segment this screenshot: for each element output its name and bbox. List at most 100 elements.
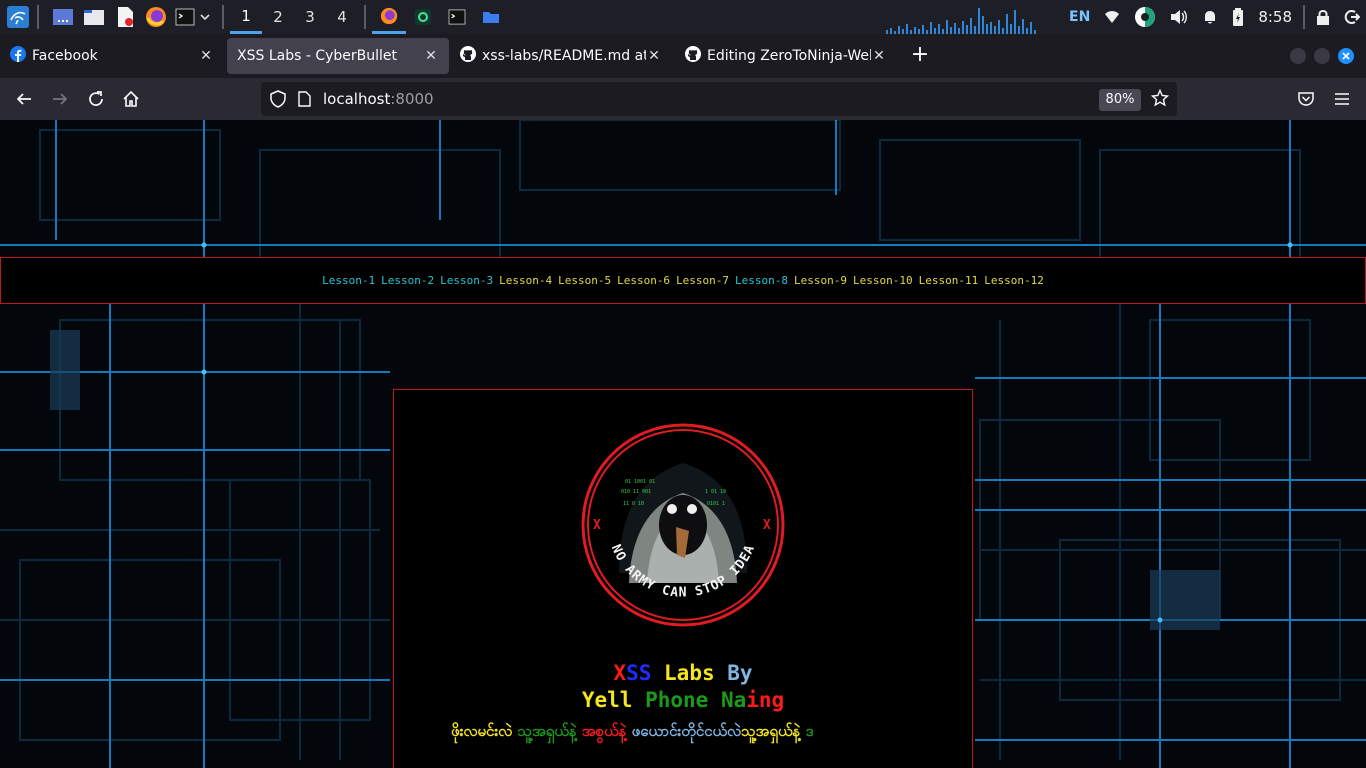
svg-text:010 11 001: 010 11 001	[621, 489, 651, 495]
lesson-11-link[interactable]: Lesson-11	[919, 274, 979, 287]
svg-text:0101 1: 0101 1	[707, 501, 725, 507]
minimize-button[interactable]	[1290, 48, 1306, 64]
navigation-toolbar: localhost:8000 80%	[0, 78, 1366, 120]
tab-title: XSS Labs - CyberBullet	[237, 48, 398, 64]
text-editor-icon[interactable]	[112, 4, 138, 30]
cpu-graph	[886, 8, 1036, 34]
lesson-9-link[interactable]: Lesson-9	[794, 274, 847, 287]
lesson-12-link[interactable]: Lesson-12	[984, 274, 1044, 287]
forward-button[interactable]	[48, 87, 72, 111]
lesson-8-link[interactable]: Lesson-8	[735, 274, 788, 287]
tab-editing-zerotoninja[interactable]: Editing ZeroToNinja-Web ✕	[675, 38, 897, 74]
lesson-3-link[interactable]: Lesson-3	[440, 274, 493, 287]
tab-title: Editing ZeroToNinja-Web	[707, 48, 871, 64]
myanmar-tagline: ဖိုးလမင်းလဲ သူ့အရှယ်နဲ့ အစွယ်နဲ့ ဖယောင်း…	[451, 722, 813, 744]
lesson-10-link[interactable]: Lesson-10	[853, 274, 913, 287]
tab-title: xss-labs/README.md at m	[482, 48, 646, 64]
taskbar-separator	[222, 5, 224, 29]
wifi-icon[interactable]	[1104, 0, 1120, 34]
intro-card: 01 1001 01 010 11 001 1 01 10 0101 1 11 …	[393, 389, 973, 768]
close-icon[interactable]: ✕	[871, 48, 887, 64]
author-phone: Phone	[645, 688, 709, 712]
title-by: By	[727, 661, 753, 685]
taskbar-app-dark-icon[interactable]	[406, 0, 440, 34]
tab-facebook[interactable]: Facebook ✕	[0, 38, 224, 74]
pocket-icon	[1298, 92, 1314, 106]
arrow-left-icon	[16, 93, 31, 105]
logo-emblem: 01 1001 01 010 11 001 1 01 10 0101 1 11 …	[581, 423, 785, 627]
taskbar: 1 2 3 4 EN 8:58	[0, 0, 1366, 34]
taskbar-app-terminal[interactable]	[440, 0, 474, 34]
reload-icon	[89, 91, 103, 106]
page-title: XSS Labs By	[394, 661, 972, 685]
chevron-down-icon[interactable]	[198, 4, 212, 30]
taskbar-separator	[37, 5, 39, 29]
desktop-icon[interactable]	[50, 4, 76, 30]
tagline-part-6: ဒ	[805, 722, 814, 740]
logout-icon[interactable]	[1344, 0, 1360, 34]
notification-bell-icon[interactable]	[1202, 0, 1218, 34]
taskbar-app-firefox[interactable]	[372, 0, 406, 34]
tab-xss-labs[interactable]: XSS Labs - CyberBullet ✕	[227, 38, 449, 74]
file-manager-icon[interactable]	[81, 4, 107, 30]
taskbar-separator	[1303, 5, 1305, 29]
lesson-1-link[interactable]: Lesson-1	[322, 274, 375, 287]
title-labs: Labs	[664, 661, 715, 685]
menu-button[interactable]	[1330, 87, 1354, 111]
kali-menu-icon[interactable]	[5, 4, 31, 30]
url-bar[interactable]: localhost:8000 80%	[261, 82, 1177, 116]
lock-icon[interactable]	[1316, 0, 1330, 34]
url-text[interactable]: localhost:8000	[323, 90, 434, 108]
github-icon	[460, 46, 476, 66]
svg-text:1 01 10: 1 01 10	[705, 489, 726, 495]
pocket-button[interactable]	[1294, 87, 1318, 111]
logo-x-right: X	[763, 518, 771, 533]
vpn-icon[interactable]	[1134, 0, 1156, 34]
zoom-level-badge[interactable]: 80%	[1099, 89, 1141, 111]
logo-x-left: X	[593, 518, 601, 533]
volume-icon[interactable]	[1170, 0, 1188, 34]
battery-icon[interactable]	[1232, 0, 1244, 34]
keyboard-layout[interactable]: EN	[1069, 0, 1090, 34]
clock[interactable]: 8:58	[1258, 0, 1292, 34]
tagline-part-3: အစွယ်နဲ့	[581, 722, 627, 740]
hamburger-menu-icon	[1335, 93, 1349, 105]
tagline-part-2: သူ့အရှယ်နဲ့	[517, 722, 577, 740]
author-ing: ing	[746, 688, 785, 712]
lesson-6-link[interactable]: Lesson-6	[617, 274, 670, 287]
close-icon[interactable]: ✕	[646, 48, 662, 64]
back-button[interactable]	[12, 87, 36, 111]
close-window-button[interactable]	[1338, 48, 1354, 64]
reload-button[interactable]	[84, 87, 108, 111]
home-button[interactable]	[119, 87, 143, 111]
close-icon[interactable]: ✕	[198, 48, 214, 64]
page-icon[interactable]	[297, 91, 311, 111]
new-tab-button[interactable]: +	[908, 44, 932, 68]
tagline-part-4: ဖယောင်းတိုင်ငယ်လဲ	[631, 722, 742, 740]
bookmark-star-icon[interactable]	[1150, 88, 1170, 111]
svg-text:11 0 10: 11 0 10	[623, 501, 644, 507]
terminal-icon[interactable]	[174, 4, 196, 30]
taskbar-app-folder[interactable]	[474, 0, 508, 34]
workspace-3[interactable]: 3	[294, 0, 326, 34]
lesson-4-link[interactable]: Lesson-4	[499, 274, 552, 287]
firefox-icon[interactable]	[143, 4, 169, 30]
lesson-7-link[interactable]: Lesson-7	[676, 274, 729, 287]
close-icon	[1342, 52, 1350, 60]
tab-xss-labs-readme[interactable]: xss-labs/README.md at m ✕	[450, 38, 672, 74]
shield-icon[interactable]	[269, 90, 287, 112]
workspace-2[interactable]: 2	[262, 0, 294, 34]
workspace-1[interactable]: 1	[230, 0, 262, 34]
lessons-menu: Lesson-1 Lesson-2 Lesson-3 Lesson-4 Less…	[0, 257, 1366, 304]
tagline-part-5: သူ့အရှယ်နဲ့	[741, 722, 801, 740]
maximize-button[interactable]	[1314, 48, 1330, 64]
workspace-4[interactable]: 4	[326, 0, 358, 34]
author-na: Na	[720, 688, 747, 712]
close-icon[interactable]: ✕	[423, 48, 439, 64]
lesson-5-link[interactable]: Lesson-5	[558, 274, 611, 287]
tagline-part-1: ဖိုးလမင်းလဲ	[451, 722, 513, 740]
taskbar-separator	[364, 5, 366, 29]
facebook-icon	[10, 46, 26, 66]
github-icon	[685, 46, 701, 66]
lesson-2-link[interactable]: Lesson-2	[381, 274, 434, 287]
